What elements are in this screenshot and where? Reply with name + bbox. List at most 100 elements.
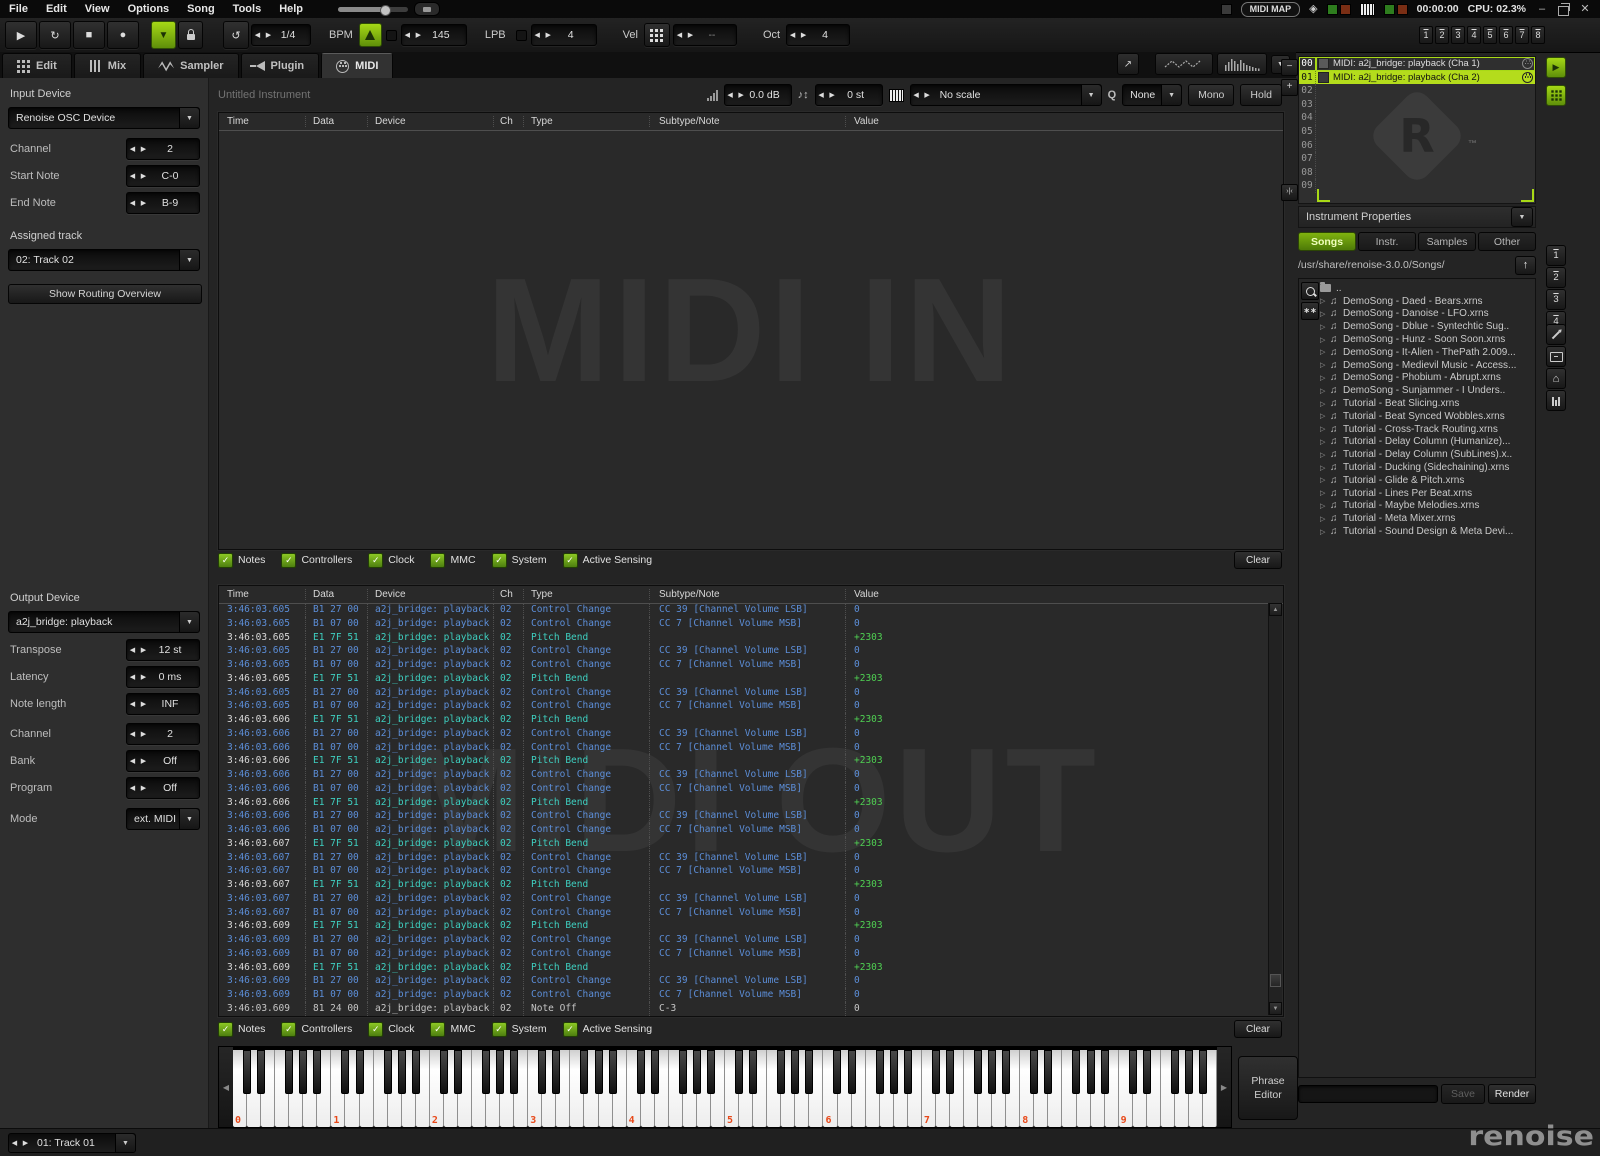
expand-triangle-icon[interactable]: ▷ <box>1320 464 1330 472</box>
filter-checkbox-clock[interactable]: ✓Clock <box>368 553 414 568</box>
decrement-arrow-icon[interactable]: ◀ <box>127 730 138 738</box>
increment-arrow-icon[interactable]: ▶ <box>138 199 149 207</box>
filter-checkbox-system[interactable]: ✓System <box>492 1022 547 1037</box>
black-key[interactable] <box>510 1050 518 1094</box>
scale-select[interactable]: ◀ ▶ No scale ▼ <box>910 84 1102 106</box>
bpm-automation-checkbox[interactable] <box>386 30 397 41</box>
expand-triangle-icon[interactable]: ▷ <box>1320 400 1330 408</box>
menu-file[interactable]: File <box>0 0 37 18</box>
browser-preset-button-2[interactable]: 2 <box>1546 267 1566 288</box>
clear-midi-out-button[interactable]: Clear <box>1234 1020 1282 1038</box>
close-button[interactable]: ✕ <box>1578 2 1592 16</box>
browser-tab-other[interactable]: Other <box>1478 232 1536 251</box>
increment-arrow-icon[interactable]: ▶ <box>922 91 933 99</box>
black-key[interactable] <box>257 1050 265 1094</box>
play-file-button[interactable]: ▶ <box>1546 57 1566 78</box>
expand-triangle-icon[interactable]: ▷ <box>1320 528 1330 536</box>
gui-preset-button-3[interactable]: 3 <box>1451 26 1465 44</box>
menu-song[interactable]: Song <box>178 0 224 18</box>
black-key[interactable] <box>805 1050 813 1094</box>
hold-button[interactable]: Hold <box>1240 84 1282 106</box>
mono-button[interactable]: Mono <box>1188 84 1234 106</box>
decrement-arrow-icon[interactable]: ◀ <box>127 757 138 765</box>
parent-folder-row[interactable]: .. <box>1320 282 1533 295</box>
menu-help[interactable]: Help <box>270 0 312 18</box>
input-device-select[interactable]: Renoise OSC Device ▼ <box>8 107 200 129</box>
scroll-down-button[interactable]: ▼ <box>1269 1002 1282 1015</box>
filter-checkbox-mmc[interactable]: ✓MMC <box>430 553 475 568</box>
black-key[interactable] <box>1101 1050 1109 1094</box>
black-key[interactable] <box>482 1050 490 1094</box>
checkbox-checked-icon[interactable]: ✓ <box>281 553 296 568</box>
black-key[interactable] <box>1143 1050 1151 1094</box>
black-key[interactable] <box>1030 1050 1038 1094</box>
edit-step-stepper[interactable]: ◀▶ 1/4 <box>251 24 311 46</box>
expand-triangle-icon[interactable]: ▷ <box>1320 297 1330 305</box>
decrement-arrow-icon[interactable]: ◀ <box>252 31 263 39</box>
file-item[interactable]: ▷♫Tutorial - Beat Slicing.xrns <box>1320 397 1533 410</box>
end-note-stepper[interactable]: ◀▶B-9 <box>126 192 200 214</box>
file-item[interactable]: ▷♫Tutorial - Lines Per Beat.xrns <box>1320 487 1533 500</box>
increment-arrow-icon[interactable]: ▶ <box>138 145 149 153</box>
black-key[interactable] <box>637 1050 645 1094</box>
tab-plugin[interactable]: Plugin <box>241 53 320 78</box>
file-item[interactable]: ▷♫DemoSong - Danoise - LFO.xrns <box>1320 308 1533 321</box>
file-item[interactable]: ▷♫DemoSong - It-Alien - ThePath 2.009... <box>1320 346 1533 359</box>
increment-arrow-icon[interactable]: ▶ <box>736 91 747 99</box>
browser-tab-samples[interactable]: Samples <box>1418 232 1476 251</box>
tab-edit[interactable]: Edit <box>2 53 72 78</box>
file-item[interactable]: ▷♫Tutorial - Maybe Melodies.xrns <box>1320 500 1533 513</box>
pattern-lock-button[interactable] <box>178 21 203 49</box>
library-button[interactable] <box>1546 346 1566 367</box>
black-key[interactable] <box>1002 1050 1010 1094</box>
filter-checkbox-controllers[interactable]: ✓Controllers <box>281 553 352 568</box>
increment-arrow-icon[interactable]: ▶ <box>138 784 149 792</box>
black-key[interactable] <box>946 1050 954 1094</box>
instrument-slot-04[interactable]: 04 <box>1299 111 1535 125</box>
checkbox-checked-icon[interactable]: ✓ <box>563 1022 578 1037</box>
instrument-slot-05[interactable]: 05 <box>1299 125 1535 139</box>
tab-midi[interactable]: MIDI <box>321 53 393 78</box>
instrument-slot-09[interactable]: 09 <box>1299 179 1535 193</box>
filter-checkbox-system[interactable]: ✓System <box>492 553 547 568</box>
slider-option-button[interactable] <box>414 2 440 16</box>
expand-triangle-icon[interactable]: ▷ <box>1320 502 1330 510</box>
gui-scale-slider[interactable] <box>338 7 408 12</box>
gui-preset-button-5[interactable]: 5 <box>1483 26 1497 44</box>
expand-triangle-icon[interactable]: ▷ <box>1320 336 1330 344</box>
menu-view[interactable]: View <box>76 0 119 18</box>
output-device-select[interactable]: a2j_bridge: playback ▼ <box>8 611 200 633</box>
mode-select[interactable]: ext. MIDI ▼ <box>126 808 200 830</box>
menu-edit[interactable]: Edit <box>37 0 76 18</box>
black-key[interactable] <box>974 1050 982 1094</box>
keyboard-scroll-left-button[interactable]: ◀ <box>219 1047 233 1127</box>
expand-triangle-icon[interactable]: ▷ <box>1320 361 1330 369</box>
show-routing-overview-button[interactable]: Show Routing Overview <box>8 284 202 304</box>
black-key[interactable] <box>876 1050 884 1094</box>
increment-arrow-icon[interactable]: ▶ <box>138 757 149 765</box>
record-button[interactable]: ● <box>107 21 139 49</box>
chevron-down-icon[interactable]: ▼ <box>1081 85 1101 105</box>
black-key[interactable] <box>398 1050 406 1094</box>
increment-arrow-icon[interactable]: ▶ <box>827 91 838 99</box>
decrement-arrow-icon[interactable]: ◀ <box>532 31 543 39</box>
increment-arrow-icon[interactable]: ▶ <box>413 31 424 39</box>
increment-arrow-icon[interactable]: ▶ <box>685 31 696 39</box>
decrement-arrow-icon[interactable]: ◀ <box>127 172 138 180</box>
file-item[interactable]: ▷♫DemoSong - Sunjammer - I Unders.. <box>1320 384 1533 397</box>
chevron-down-icon[interactable]: ▼ <box>1161 85 1181 105</box>
stop-button[interactable]: ■ <box>73 21 105 49</box>
expand-triangle-icon[interactable]: ▷ <box>1320 476 1330 484</box>
browser-preset-button-1[interactable]: 1 <box>1546 245 1566 266</box>
velocity-keyboard-button[interactable] <box>644 23 670 47</box>
black-key[interactable] <box>538 1050 546 1094</box>
track-selector[interactable]: ◀ ▶ 01: Track 01 ▼ <box>8 1133 136 1153</box>
black-key[interactable] <box>313 1050 321 1094</box>
file-item[interactable]: ▷♫Tutorial - Cross-Track Routing.xrns <box>1320 423 1533 436</box>
black-key[interactable] <box>988 1050 996 1094</box>
decrement-arrow-icon[interactable]: ◀ <box>911 91 922 99</box>
black-key[interactable] <box>651 1050 659 1094</box>
render-button[interactable]: Render <box>1488 1084 1536 1104</box>
program-stepper[interactable]: ◀▶Off <box>126 777 200 799</box>
gui-preset-button-6[interactable]: 6 <box>1499 26 1513 44</box>
